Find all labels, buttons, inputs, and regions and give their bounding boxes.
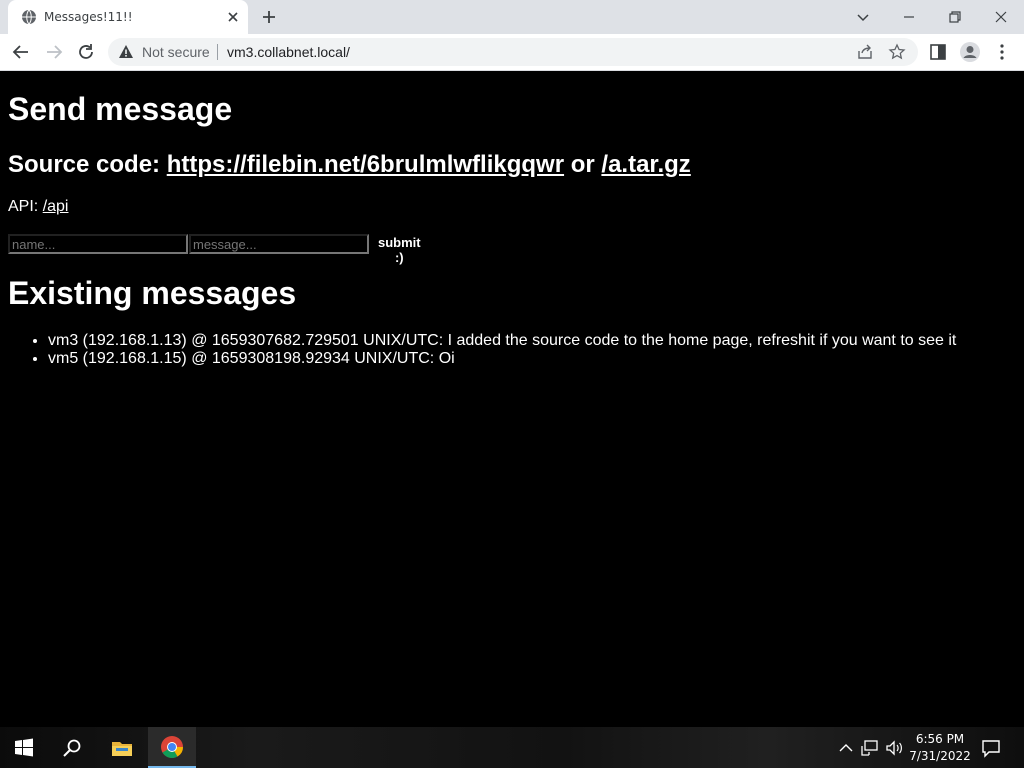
reload-icon[interactable] bbox=[75, 41, 97, 63]
restore-icon[interactable] bbox=[944, 6, 966, 28]
browser-tabstrip: Messages!11!! bbox=[0, 0, 1024, 34]
source-or-text: or bbox=[564, 151, 602, 178]
windows-taskbar: 6:56 PM 7/31/2022 bbox=[0, 727, 1024, 768]
name-input[interactable] bbox=[8, 234, 188, 254]
address-bar[interactable]: Not secure vm3.collabnet.local/ bbox=[108, 38, 918, 66]
tray-chevron-up-icon[interactable] bbox=[836, 738, 856, 758]
url-text[interactable]: vm3.collabnet.local/ bbox=[227, 44, 350, 60]
browser-toolbar: Not secure vm3.collabnet.local/ bbox=[0, 34, 1024, 71]
tab-search-chevron-icon[interactable] bbox=[852, 6, 874, 28]
source-code-heading: Source code: https://filebin.net/6brulml… bbox=[8, 151, 691, 179]
browser-tab[interactable]: Messages!11!! bbox=[8, 0, 248, 34]
message-item: vm3 (192.168.1.13) @ 1659307682.729501 U… bbox=[48, 332, 956, 350]
bookmark-star-icon[interactable] bbox=[888, 43, 906, 61]
search-icon[interactable] bbox=[60, 736, 84, 760]
filebin-link[interactable]: https://filebin.net/6brulmlwflikgqwr bbox=[167, 151, 564, 178]
warning-icon[interactable] bbox=[118, 44, 134, 60]
message-item: vm5 (192.168.1.15) @ 1659308198.92934 UN… bbox=[48, 350, 956, 368]
page-content: Send message Source code: https://filebi… bbox=[0, 71, 1024, 727]
back-icon[interactable] bbox=[10, 41, 32, 63]
submit-button[interactable]: submit :) bbox=[374, 235, 425, 265]
volume-icon[interactable] bbox=[884, 738, 904, 758]
send-message-heading: Send message bbox=[8, 91, 233, 127]
share-icon[interactable] bbox=[856, 43, 874, 61]
windows-start-icon[interactable] bbox=[12, 736, 36, 760]
omnibox-separator bbox=[217, 44, 218, 60]
close-window-icon[interactable] bbox=[990, 6, 1012, 28]
existing-messages-heading: Existing messages bbox=[8, 275, 297, 311]
close-tab-icon[interactable] bbox=[225, 9, 241, 25]
source-code-prefix: Source code: bbox=[8, 151, 167, 178]
menu-kebab-icon[interactable] bbox=[991, 41, 1013, 63]
globe-icon bbox=[22, 9, 36, 25]
chrome-icon bbox=[161, 736, 183, 758]
messages-list: vm3 (192.168.1.13) @ 1659307682.729501 U… bbox=[8, 332, 956, 368]
network-icon[interactable] bbox=[860, 738, 880, 758]
api-line: API: /api bbox=[8, 198, 68, 216]
new-tab-icon[interactable] bbox=[260, 8, 278, 26]
profile-avatar-icon[interactable] bbox=[959, 41, 981, 63]
message-input[interactable] bbox=[189, 234, 369, 254]
file-explorer-icon[interactable] bbox=[110, 736, 134, 760]
clock-time[interactable]: 6:56 PM bbox=[905, 732, 975, 746]
tarball-link[interactable]: /a.tar.gz bbox=[601, 151, 690, 178]
chrome-taskbar-button[interactable] bbox=[148, 727, 196, 768]
api-link[interactable]: /api bbox=[43, 198, 69, 215]
tab-title: Messages!11!! bbox=[44, 10, 133, 24]
clock-date[interactable]: 7/31/2022 bbox=[905, 749, 975, 763]
security-label[interactable]: Not secure bbox=[142, 44, 210, 60]
minimize-icon[interactable] bbox=[898, 6, 920, 28]
side-panel-icon[interactable] bbox=[927, 41, 949, 63]
notification-center-icon[interactable] bbox=[980, 737, 1002, 759]
forward-icon[interactable] bbox=[43, 41, 65, 63]
api-prefix: API: bbox=[8, 198, 43, 215]
